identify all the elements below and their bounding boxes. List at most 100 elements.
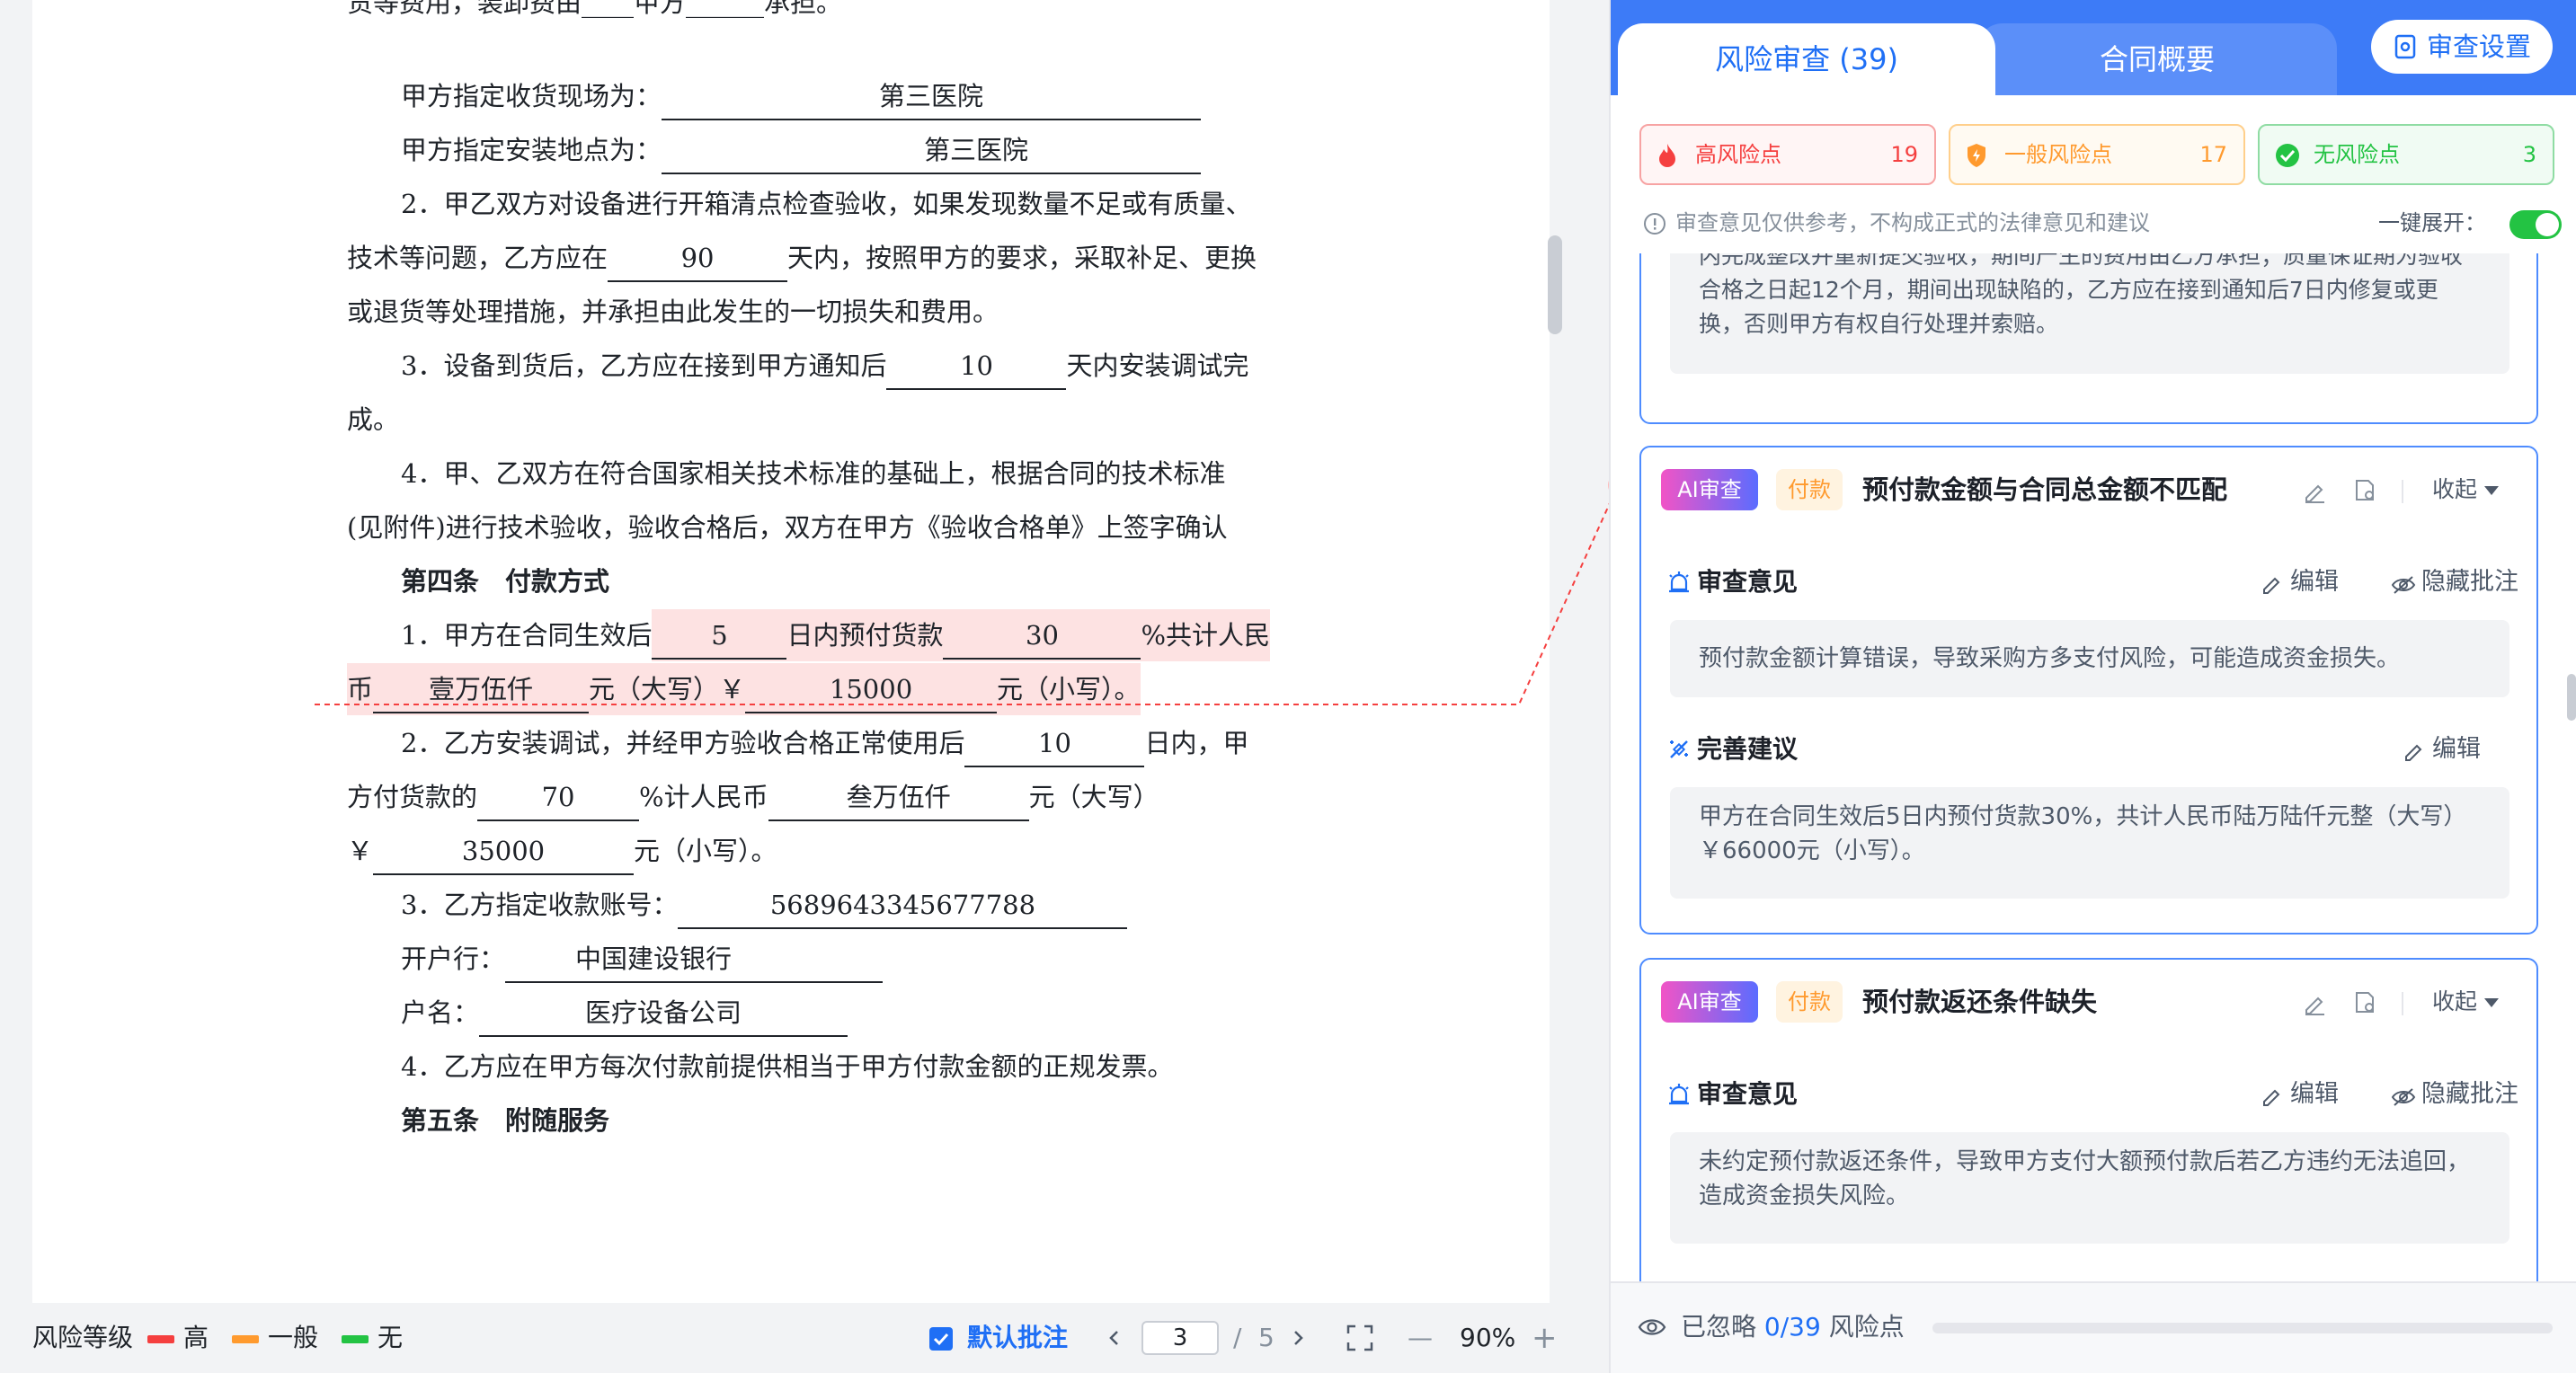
- ignored-count[interactable]: 已忽略 0/39 风险点: [1681, 1307, 1905, 1348]
- risk-card-1[interactable]: AI审查 付款 预付款金额与合同总金额不匹配 收起 审查意见 编辑 隐藏批注 预…: [1639, 446, 2538, 935]
- doc-line-p3b: 成。: [347, 404, 400, 435]
- tab-risk-review[interactable]: 风险审查 (39): [1618, 23, 1995, 95]
- magic-tools-icon: [1670, 740, 1688, 758]
- fullscreen-icon[interactable]: [1346, 1324, 1373, 1351]
- edit-icon: [2263, 577, 2280, 594]
- risk-filter-mid[interactable]: 一般风险点 17: [1949, 124, 2245, 185]
- field-final-pct: 70: [477, 775, 640, 821]
- doc-line-pay4: 4．乙方应在甲方每次付款前提供相当于甲方付款金额的正规发票。: [401, 1051, 1174, 1082]
- hide-annotation-button[interactable]: 隐藏批注: [2421, 1076, 2518, 1112]
- default-annotation-label[interactable]: 默认批注: [967, 1303, 1068, 1373]
- opinion-title: 审查意见: [1697, 567, 1799, 597]
- doc-article4-title: 第四条 付款方式: [401, 566, 610, 597]
- flame-icon: [1659, 144, 1675, 167]
- panel-scrollbar[interactable]: [2567, 674, 2576, 721]
- next-page-icon[interactable]: [1289, 1329, 1307, 1347]
- field-holder: 医疗设备公司: [479, 990, 848, 1037]
- expand-all-toggle[interactable]: [2509, 210, 2562, 239]
- risk-title: 预付款金额与合同总金额不匹配: [1862, 474, 2228, 505]
- previous-suggestion-text: 后10日内根据合同附件技术标准进行技术验收，若验收不合格，乙方须在15日内完成整…: [1670, 253, 2509, 374]
- field-prepay-amount-cn: 壹万伍仟: [373, 667, 590, 713]
- field-final-amount: 35000: [373, 828, 635, 875]
- risk-legend-title: 风险等级: [32, 1323, 134, 1352]
- eye-off-icon: [2391, 576, 2416, 594]
- panel-footer: 已忽略 0/39 风险点: [1611, 1281, 2576, 1373]
- document-page[interactable]: 货等费用，装卸费由____甲方______承担。 甲方指定收货现场为： 第三医院 …: [32, 0, 1550, 1303]
- doc-line-p2c: 或退货等处理措施，并承担由此发生的一切损失和费用。: [347, 297, 999, 327]
- alarm-icon: [1669, 571, 1689, 593]
- risk-list[interactable]: 后10日内根据合同附件技术标准进行技术验收，若验收不合格，乙方须在15日内完成整…: [1611, 253, 2576, 1281]
- opinion-text: 未约定预付款返还条件，导致甲方支付大额预付款后若乙方违约无法追回，造成资金损失风…: [1670, 1132, 2509, 1244]
- suggestion-edit-button[interactable]: 编辑: [2432, 731, 2481, 767]
- zoom-out-button[interactable]: —: [1408, 1303, 1433, 1373]
- doc-line-pay2a: 2．乙方安装调试，并经甲方验收合格正常使用后 10 日内，甲: [401, 717, 1248, 769]
- doc-line-account: 3．乙方指定收款账号： 5689643345677788: [401, 879, 1128, 931]
- doc-line-pay1b[interactable]: 币壹万伍仟 元（大写）￥ 15000 元（小写）。: [347, 663, 1141, 715]
- doc-line-delivery-site: 甲方指定收货现场为： 第三医院: [401, 70, 1202, 122]
- field-prepay-pct: 30: [943, 613, 1141, 660]
- review-settings-button[interactable]: 审查设置: [2371, 20, 2553, 74]
- doc-line-bank: 开户行： 中国建设银行: [401, 933, 884, 985]
- page-separator: /: [1233, 1323, 1242, 1352]
- opinion-title: 审查意见: [1697, 1079, 1799, 1109]
- doc-line-pay1a[interactable]: 1．甲方在合同生效后 5 日内预付货款 30 %共计人民: [401, 609, 1271, 661]
- collapse-button[interactable]: 收起: [2432, 469, 2500, 510]
- legend-mid-swatch: [232, 1335, 259, 1343]
- ai-review-tag: AI审查: [1661, 981, 1758, 1023]
- locate-doc-icon[interactable]: [2353, 990, 2378, 1015]
- risk-title: 预付款返还条件缺失: [1862, 987, 2098, 1017]
- edit-icon: [2405, 744, 2422, 761]
- expand-all-label: 一键展开：: [2378, 210, 2486, 235]
- eye-off-icon: [2391, 1088, 2416, 1106]
- suggestion-text: 甲方在合同生效后5日内预付货款30%，共计人民币陆万陆仟元整（大写）￥66000…: [1670, 787, 2509, 899]
- prev-page-icon[interactable]: [1106, 1329, 1124, 1347]
- review-panel: 合同概要 风险审查 (39) 审查设置 高风险点 19 一般风险点 17 无风险…: [1609, 0, 2576, 1373]
- opinion-edit-button[interactable]: 编辑: [2290, 1076, 2339, 1112]
- category-tag: 付款: [1776, 469, 1843, 510]
- doc-line-pay2c: ￥ 35000 元（小写）。: [347, 825, 777, 877]
- document-scrollbar[interactable]: [1548, 235, 1562, 334]
- field-install-days: 10: [886, 343, 1067, 390]
- opinion-text: 预付款金额计算错误，导致采购方多支付风险，可能造成资金损失。: [1670, 620, 2509, 697]
- collapse-button[interactable]: 收起: [2432, 981, 2500, 1023]
- doc-line-p4a: 4．甲、乙双方在符合国家相关技术标准的基础上，根据合同的技术标准: [401, 458, 1226, 489]
- legend-mid-label: 一般: [268, 1323, 319, 1352]
- hide-annotation-button[interactable]: 隐藏批注: [2421, 564, 2518, 600]
- field-prepay-days: 5: [652, 613, 787, 660]
- doc-article5-title: 第五条 附随服务: [401, 1105, 610, 1136]
- risk-card-previous[interactable]: 后10日内根据合同附件技术标准进行技术验收，若验收不合格，乙方须在15日内完成整…: [1639, 253, 2538, 424]
- ignored-progress-bar: [1932, 1323, 2553, 1333]
- alarm-icon: [1669, 1084, 1689, 1105]
- legend-high-label: 高: [183, 1323, 209, 1352]
- eye-icon: [1638, 1319, 1666, 1335]
- info-icon: [1644, 213, 1666, 235]
- shield-alert-icon: [1968, 144, 1985, 167]
- opinion-edit-button[interactable]: 编辑: [2290, 564, 2339, 600]
- field-inspection-days: 90: [608, 235, 788, 282]
- edit-pencil-icon[interactable]: [2303, 480, 2326, 503]
- risk-card-2[interactable]: AI审查 付款 预付款返还条件缺失 收起 审查意见 编辑 隐藏批注 未约定预付款…: [1639, 958, 2538, 1281]
- locate-doc-icon[interactable]: [2353, 478, 2378, 503]
- suggestion-title: 完善建议: [1697, 734, 1799, 764]
- doc-line-p2a: 2．甲乙双方对设备进行开箱清点检查验收，如果发现数量不足或有质量、: [401, 189, 1252, 219]
- doc-line-pay2b: 方付货款的 70 %计人民币 叁万伍仟 元（大写）: [347, 771, 1159, 823]
- check-badge-icon: [2276, 144, 2299, 167]
- field-delivery-site: 第三医院: [662, 74, 1202, 120]
- doc-line-p4b: (见附件)进行技术验收，验收合格后，双方在甲方《验收合格单》上签字确认: [347, 512, 1228, 543]
- zoom-level: 90%: [1460, 1323, 1516, 1352]
- zoom-in-button[interactable]: +: [1532, 1303, 1558, 1373]
- field-account: 5689643345677788: [678, 882, 1128, 929]
- edit-pencil-icon[interactable]: [2303, 992, 2326, 1015]
- settings-doc-icon: [2394, 34, 2416, 59]
- doc-line-p3a: 3．设备到货后，乙方应在接到甲方通知后 10 天内安装调试完: [401, 340, 1248, 392]
- bottom-toolbar: 风险等级 高 一般 无 默认批注 / 5 — 90% +: [0, 1303, 1609, 1373]
- risk-filter-none[interactable]: 无风险点 3: [2258, 124, 2554, 185]
- page-number-input[interactable]: [1141, 1321, 1219, 1355]
- caret-down-icon: [2484, 998, 2500, 1007]
- tab-contract-summary[interactable]: 合同概要: [1977, 23, 2337, 95]
- default-annotation-checkbox[interactable]: [929, 1327, 953, 1351]
- legend-high-swatch: [147, 1335, 174, 1343]
- risk-filter-high[interactable]: 高风险点 19: [1639, 124, 1936, 185]
- panel-header: 合同概要 风险审查 (39) 审查设置: [1611, 0, 2576, 95]
- document-viewer[interactable]: 货等费用，装卸费由____甲方______承担。 甲方指定收货现场为： 第三医院 …: [0, 0, 1609, 1373]
